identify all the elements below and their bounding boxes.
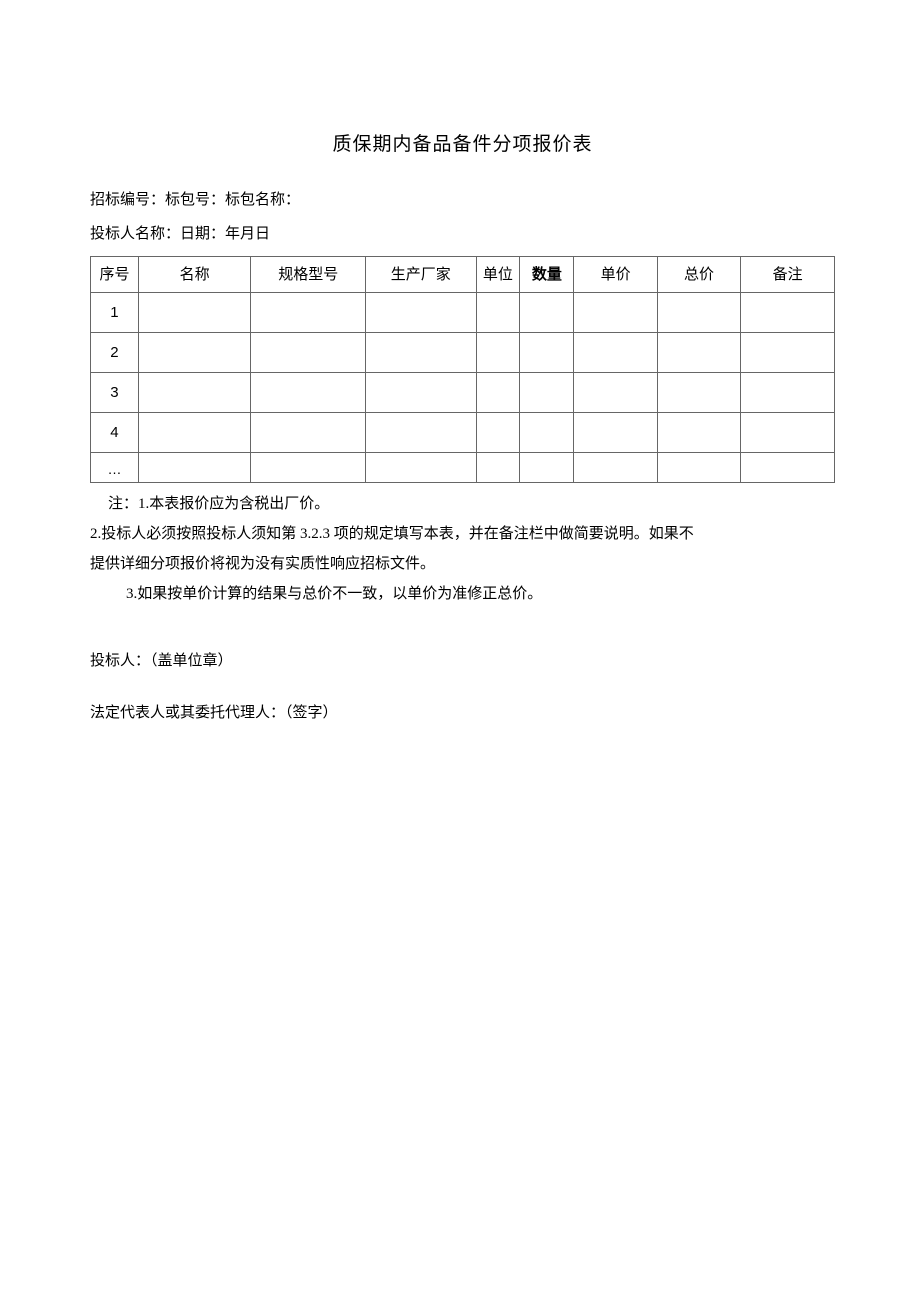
th-spec: 规格型号 [251, 257, 366, 293]
th-qty: 数量 [520, 257, 574, 293]
cell-unit [476, 333, 520, 373]
cell-remark [741, 293, 835, 333]
cell-spec [251, 453, 366, 483]
cell-total [657, 453, 740, 483]
cell-total [657, 293, 740, 333]
cell-seq: 2 [91, 333, 139, 373]
cell-price [574, 413, 657, 453]
th-unit: 单位 [476, 257, 520, 293]
th-seq: 序号 [91, 257, 139, 293]
cell-remark [741, 453, 835, 483]
cell-price [574, 453, 657, 483]
cell-name [138, 293, 251, 333]
cell-unit [476, 453, 520, 483]
th-price: 单价 [574, 257, 657, 293]
meta-line-2: 投标人名称：日期：年月日 [90, 222, 835, 246]
cell-qty [520, 333, 574, 373]
note-2a: 2.投标人必须按照投标人须知第 3.2.3 项的规定填写本表，并在备注栏中做简要… [90, 519, 835, 549]
note-1: 注：1.本表报价应为含税出厂价。 [90, 489, 835, 519]
cell-remark [741, 333, 835, 373]
cell-seq: 4 [91, 413, 139, 453]
cell-name [138, 373, 251, 413]
cell-mfr [366, 453, 476, 483]
th-name: 名称 [138, 257, 251, 293]
cell-total [657, 333, 740, 373]
cell-spec [251, 373, 366, 413]
cell-unit [476, 373, 520, 413]
cell-name [138, 413, 251, 453]
table-row: 1 [91, 293, 835, 333]
cell-name [138, 333, 251, 373]
cell-spec [251, 293, 366, 333]
cell-remark [741, 413, 835, 453]
meta-line-1: 招标编号：标包号：标包名称： [90, 188, 835, 212]
cell-unit [476, 293, 520, 333]
cell-seq: 3 [91, 373, 139, 413]
cell-mfr [366, 333, 476, 373]
table-row: 4 [91, 413, 835, 453]
cell-remark [741, 373, 835, 413]
cell-seq: 1 [91, 293, 139, 333]
cell-mfr [366, 413, 476, 453]
cell-price [574, 333, 657, 373]
cell-spec [251, 333, 366, 373]
signature-block: 投标人：（盖单位章） 法定代表人或其委托代理人：（签字） [90, 649, 835, 725]
cell-qty [520, 293, 574, 333]
table-row: 3 [91, 373, 835, 413]
cell-total [657, 413, 740, 453]
cell-qty [520, 413, 574, 453]
cell-price [574, 373, 657, 413]
page-title: 质保期内备品备件分项报价表 [90, 130, 835, 160]
rep-sign-line: 法定代表人或其委托代理人：（签字） [90, 701, 835, 725]
table-row: … [91, 453, 835, 483]
cell-qty [520, 453, 574, 483]
cell-mfr [366, 293, 476, 333]
cell-unit [476, 413, 520, 453]
cell-qty [520, 373, 574, 413]
cell-total [657, 373, 740, 413]
cell-spec [251, 413, 366, 453]
quote-table: 序号 名称 规格型号 生产厂家 单位 数量 单价 总价 备注 1 2 [90, 256, 835, 483]
th-mfr: 生产厂家 [366, 257, 476, 293]
bidder-stamp-line: 投标人：（盖单位章） [90, 649, 835, 673]
cell-price [574, 293, 657, 333]
cell-seq: … [91, 453, 139, 483]
note-2b: 提供详细分项报价将视为没有实质性响应招标文件。 [90, 549, 835, 579]
table-row: 2 [91, 333, 835, 373]
notes-block: 注：1.本表报价应为含税出厂价。 2.投标人必须按照投标人须知第 3.2.3 项… [90, 489, 835, 609]
cell-mfr [366, 373, 476, 413]
th-remark: 备注 [741, 257, 835, 293]
table-header-row: 序号 名称 规格型号 生产厂家 单位 数量 单价 总价 备注 [91, 257, 835, 293]
note-3: 3.如果按单价计算的结果与总价不一致，以单价为准修正总价。 [90, 579, 835, 609]
th-total: 总价 [657, 257, 740, 293]
cell-name [138, 453, 251, 483]
